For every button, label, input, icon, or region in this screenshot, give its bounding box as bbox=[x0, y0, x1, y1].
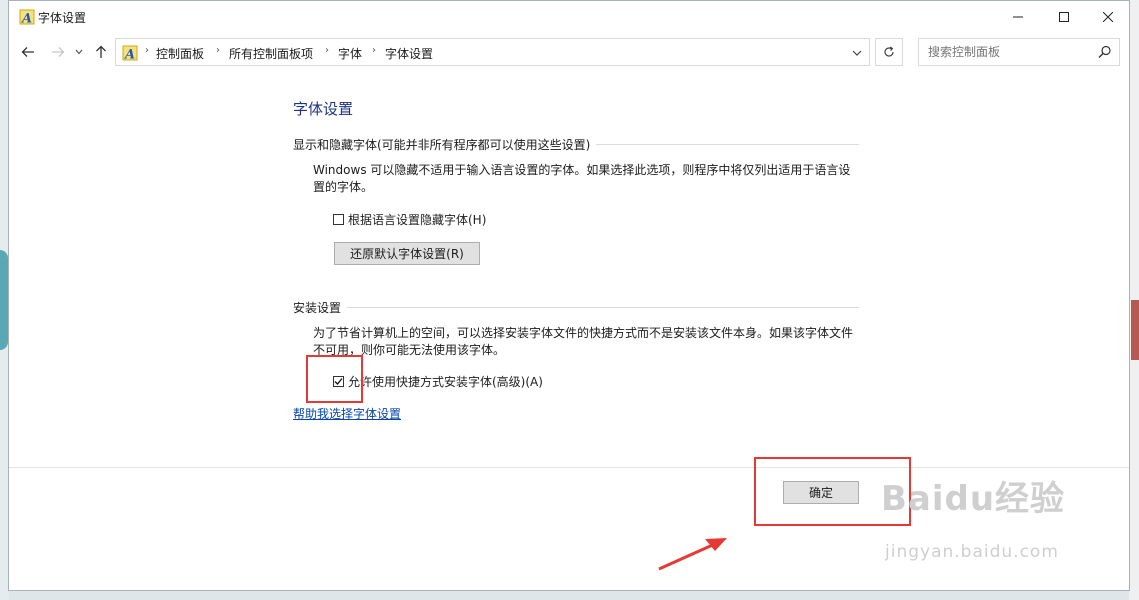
back-button[interactable] bbox=[18, 40, 38, 64]
arrow-left-icon bbox=[21, 47, 34, 57]
font-app-icon: A bbox=[19, 9, 35, 25]
chevron-right-icon: › bbox=[372, 45, 376, 56]
desktop-background-right bbox=[1129, 0, 1139, 600]
divider bbox=[596, 144, 859, 145]
description-line: Windows 可以隐藏不适用于输入语言设置的字体。如果选择此选项，则程序中将仅… bbox=[313, 163, 851, 177]
window-title: 字体设置 bbox=[38, 11, 87, 25]
section-header-text: 安装设置 bbox=[293, 301, 342, 315]
section-header-text: 显示和隐藏字体(可能并非所有程序都可以使用这些设置) bbox=[293, 138, 591, 152]
forward-button[interactable] bbox=[48, 40, 68, 64]
description-line: 不可用，则你可能无法使用该字体。 bbox=[313, 343, 506, 357]
section-show-hide-fonts: 显示和隐藏字体(可能并非所有程序都可以使用这些设置) Windows 可以隐藏不… bbox=[293, 136, 859, 265]
help-link[interactable]: 帮助我选择字体设置 bbox=[293, 405, 401, 422]
shortcut-install-checkbox-row[interactable]: 允许使用快捷方式安装字体(高级)(A) bbox=[333, 373, 543, 390]
close-button[interactable] bbox=[1085, 1, 1131, 32]
section-header: 显示和隐藏字体(可能并非所有程序都可以使用这些设置) bbox=[293, 136, 859, 153]
refresh-icon bbox=[884, 46, 894, 57]
page-title: 字体设置 bbox=[293, 100, 354, 118]
watermark-url: jingyan.baidu.com bbox=[885, 542, 1059, 562]
close-icon bbox=[1103, 11, 1113, 22]
arrow-right-icon bbox=[52, 47, 65, 57]
watermark: Baidu经验 jingyan.baidu.com bbox=[881, 471, 1066, 562]
section-install-settings: 安装设置 为了节省计算机上的空间，可以选择安装字体文件的快捷方式而不是安装该文件… bbox=[293, 299, 859, 389]
breadcrumb-font-settings[interactable]: 字体设置 bbox=[385, 45, 433, 62]
recent-locations-button[interactable] bbox=[72, 40, 86, 64]
watermark-brand: Baidu经验 bbox=[881, 479, 1066, 519]
chevron-right-icon: › bbox=[325, 45, 329, 56]
desktop-decoration bbox=[0, 250, 8, 350]
chevron-down-icon bbox=[75, 49, 83, 55]
hide-fonts-checkbox-row[interactable]: 根据语言设置隐藏字体(H) bbox=[333, 211, 486, 228]
up-button[interactable] bbox=[91, 40, 111, 64]
description-line: 为了节省计算机上的空间，可以选择安装字体文件的快捷方式而不是安装该文件本身。如果… bbox=[313, 326, 854, 340]
chevron-right-icon: › bbox=[216, 45, 220, 56]
arrow-up-icon bbox=[96, 45, 106, 58]
section-description: 为了节省计算机上的空间，可以选择安装字体文件的快捷方式而不是安装该文件本身。如果… bbox=[313, 325, 863, 359]
breadcrumb-fonts[interactable]: 字体 bbox=[338, 45, 362, 62]
desktop-decoration bbox=[1131, 300, 1139, 360]
search-icon[interactable] bbox=[1098, 45, 1112, 59]
annotation-highlight-checkbox bbox=[306, 355, 363, 403]
svg-text:A: A bbox=[20, 12, 32, 26]
footer-divider bbox=[9, 467, 1129, 468]
svg-text:A: A bbox=[123, 48, 135, 62]
chevron-down-icon[interactable] bbox=[849, 45, 865, 61]
checkbox-label[interactable]: 允许使用快捷方式安装字体(高级)(A) bbox=[348, 373, 543, 390]
breadcrumb-control-panel[interactable]: 控制面板 bbox=[156, 45, 204, 62]
chevron-right-icon: › bbox=[145, 45, 149, 56]
refresh-button[interactable] bbox=[875, 38, 903, 66]
title-bar[interactable]: A 字体设置 bbox=[9, 1, 1129, 32]
address-bar[interactable]: A › 控制面板 › 所有控制面板项 › 字体 › 字体设置 bbox=[115, 38, 870, 66]
font-settings-window: A 字体设置 A › 控制面板 › 所有控制面板项 › 字体 › 字体设置 搜索… bbox=[8, 0, 1130, 591]
hide-fonts-checkbox[interactable] bbox=[333, 214, 344, 225]
description-line: 置的字体。 bbox=[313, 180, 374, 194]
restore-default-button[interactable]: 还原默认字体设置(R) bbox=[334, 242, 480, 265]
annotation-arrow-icon bbox=[658, 538, 727, 571]
maximize-icon bbox=[1059, 11, 1069, 22]
section-description: Windows 可以隐藏不适用于输入语言设置的字体。如果选择此选项，则程序中将仅… bbox=[313, 162, 863, 196]
maximize-button[interactable] bbox=[1041, 1, 1087, 32]
minimize-icon bbox=[1013, 16, 1023, 17]
breadcrumb-all-items[interactable]: 所有控制面板项 bbox=[229, 45, 313, 62]
minimize-button[interactable] bbox=[995, 1, 1041, 32]
search-input[interactable] bbox=[918, 38, 1120, 66]
checkbox-label[interactable]: 根据语言设置隐藏字体(H) bbox=[348, 211, 486, 228]
section-header: 安装设置 bbox=[293, 299, 859, 316]
divider bbox=[347, 307, 859, 308]
font-folder-icon: A bbox=[122, 45, 138, 61]
